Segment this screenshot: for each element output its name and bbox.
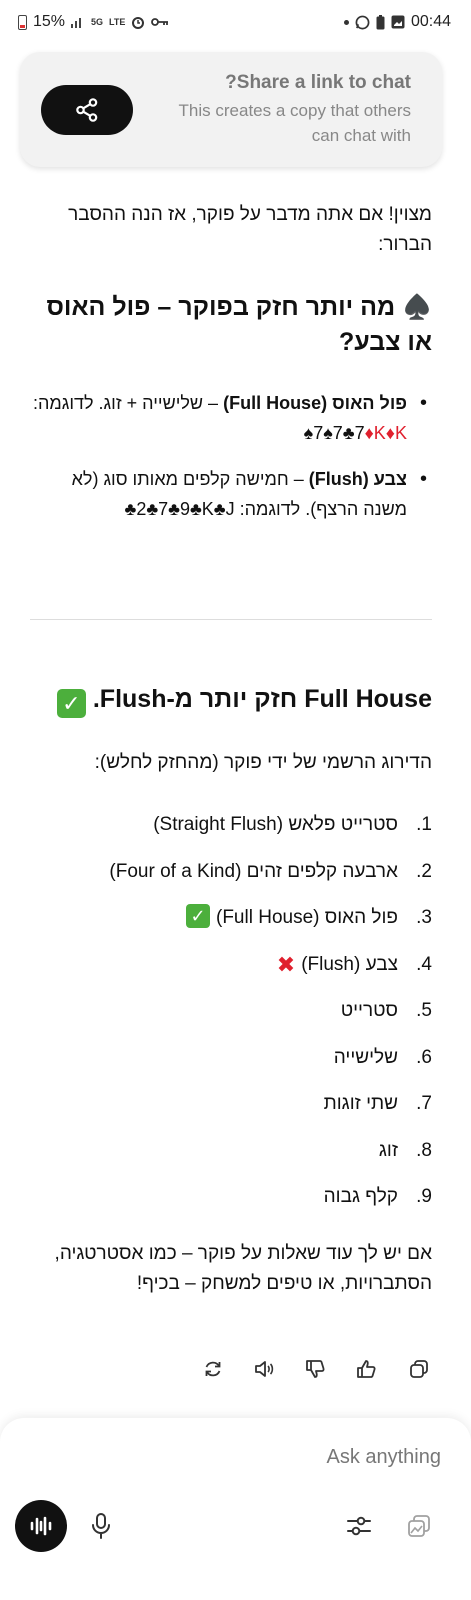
ranking-number: 7.	[416, 1093, 432, 1114]
conclusion-heading: Full House חזק יותר מ-Flush. ✓	[30, 682, 432, 718]
network-5g-icon: 5G	[91, 16, 104, 27]
notification-dot-icon	[343, 19, 349, 25]
ranking-item: 6. שלישייה	[52, 1044, 432, 1091]
ranking-item: 5. סטרייט	[52, 997, 432, 1044]
composer	[0, 1418, 471, 1600]
sliders-icon	[347, 1516, 371, 1536]
ranking-number: 1.	[416, 814, 432, 835]
ranking-item: 2. ארבעה קלפים זהים (Four of a Kind)	[52, 858, 432, 905]
main-heading: ♠️ מה יותר חזק בפוקר – פול האוס או צבע?	[30, 290, 432, 359]
ranking-item: 9. קלף גבוה	[52, 1183, 432, 1230]
check-mark-icon: ✓	[186, 904, 210, 928]
status-bar: 15% 5G LTE 00:44	[0, 0, 471, 44]
outro-paragraph: אם יש לך עוד שאלות על פוקר – כמו אסטרטגי…	[54, 1243, 432, 1294]
bullet-term: צבע (Flush)	[308, 469, 407, 489]
clock: 00:44	[410, 13, 451, 30]
ranking-text: צבע (Flush)	[301, 953, 398, 975]
signal-icon	[71, 16, 85, 28]
cross-mark-icon: ✖	[276, 951, 296, 977]
ranking-item: 1. סטרייט פלאש (Straight Flush)	[52, 811, 432, 858]
ranking-text: פול האוס (Full House)	[216, 907, 398, 928]
ranking-number: 2.	[416, 860, 432, 882]
battery-saver-icon	[376, 14, 385, 30]
card-example-red: ♦K♦K	[364, 423, 407, 443]
gallery-icon	[391, 15, 405, 29]
chat-screen: 15% 5G LTE 00:44 ?Share a link to chat T…	[0, 0, 471, 1600]
whatsapp-icon	[355, 15, 370, 30]
bullet-description: – שלישייה + זוג. לדוגמה:	[32, 393, 224, 413]
copy-button[interactable]	[402, 1352, 436, 1386]
bullet-full-house: פול האוס (Full House) – שלישייה + זוג. ל…	[30, 388, 432, 448]
alarm-icon	[131, 15, 145, 29]
share-icon	[76, 98, 98, 122]
ranking-intro: הדירוג הרשמי של ידי פוקר (מהחזק לחלש):	[94, 752, 432, 773]
ranking-text: סטרייט פלאש (Straight Flush)	[153, 814, 398, 835]
card-example: ♣2♣7♣9♣K♣J	[124, 499, 235, 519]
divider	[30, 619, 432, 620]
tools-button[interactable]	[344, 1511, 374, 1541]
spade-icon: ♠️	[402, 294, 432, 321]
share-card-title: ?Share a link to chat	[225, 72, 411, 93]
dictation-button[interactable]	[86, 1511, 116, 1541]
thumbs-up-button[interactable]	[349, 1352, 383, 1386]
conclusion-text: Full House חזק יותר מ-Flush.	[92, 685, 432, 713]
battery-icon	[18, 14, 27, 30]
status-bar-right: 00:44	[343, 13, 451, 31]
bullet-term: פול האוס (Full House)	[223, 393, 407, 413]
speaker-icon	[255, 1361, 274, 1377]
ranking-number: 4.	[416, 953, 432, 975]
ranking-text: שלישייה	[333, 1046, 398, 1068]
add-image-button[interactable]	[404, 1511, 434, 1541]
read-aloud-button[interactable]	[247, 1352, 281, 1386]
ranking-text: זוג	[378, 1139, 398, 1161]
check-mark-icon: ✓	[56, 689, 86, 718]
ranking-item: 4. צבע (Flush) ✖	[52, 951, 432, 998]
regenerate-icon	[205, 1361, 221, 1377]
message-actions	[196, 1352, 436, 1386]
share-link-card[interactable]: ?Share a link to chat This creates a cop…	[20, 52, 442, 167]
card-example-black: ♠7♠7♣7	[303, 423, 365, 443]
ranking-number: 6.	[416, 1046, 432, 1068]
bullet-flush: צבע (Flush) – חמישה קלפים מאותו סוג (לא …	[30, 464, 432, 524]
main-heading-text: מה יותר חזק בפוקר – פול האוס או צבע?	[46, 293, 432, 356]
thumbs-down-icon	[306, 1360, 325, 1378]
ranking-item: 3. פול האוס (Full House) ✓	[52, 904, 432, 951]
message-input[interactable]	[141, 1442, 441, 1472]
card-example: ♠7♠7♣7♦K♦K	[304, 423, 407, 443]
ranking-number: 5.	[416, 1000, 432, 1021]
ranking-number: 8.	[416, 1139, 432, 1161]
ranking-number: 3.	[416, 907, 432, 928]
intro-paragraph: מצוין! אם אתה מדבר על פוקר, אז הנה ההסבר…	[68, 204, 432, 255]
image-stack-icon	[408, 1515, 430, 1537]
voice-mode-button[interactable]	[15, 1500, 67, 1552]
ranking-item: 7. שתי זוגות	[52, 1090, 432, 1137]
microphone-icon	[92, 1513, 110, 1539]
status-bar-left: 15% 5G LTE	[18, 13, 169, 31]
ranking-text: סטרייט	[340, 1000, 398, 1021]
thumbs-up-icon	[357, 1360, 376, 1378]
hand-ranking-list: 1. סטרייט פלאש (Straight Flush) 2. ארבעה קל…	[52, 811, 432, 1230]
hand-definitions-list: פול האוס (Full House) – שלישייה + זוג. ל…	[30, 388, 432, 540]
regenerate-button[interactable]	[196, 1352, 230, 1386]
ranking-item: 8. זוג	[52, 1137, 432, 1184]
ranking-text: שתי זוגות	[323, 1093, 398, 1114]
battery-percent: 15%	[33, 13, 66, 30]
ranking-text: קלף גבוה	[323, 1186, 398, 1207]
key-icon	[151, 17, 169, 27]
share-card-subtitle: This creates a copy that others can chat…	[178, 101, 411, 145]
share-button[interactable]	[41, 85, 133, 135]
network-lte-icon: LTE	[109, 16, 126, 27]
ranking-number: 9.	[416, 1186, 432, 1207]
waveform-icon	[30, 1516, 52, 1536]
copy-icon	[410, 1360, 428, 1378]
thumbs-down-button[interactable]	[298, 1352, 332, 1386]
ranking-text: ארבעה קלפים זהים (Four of a Kind)	[109, 860, 398, 882]
